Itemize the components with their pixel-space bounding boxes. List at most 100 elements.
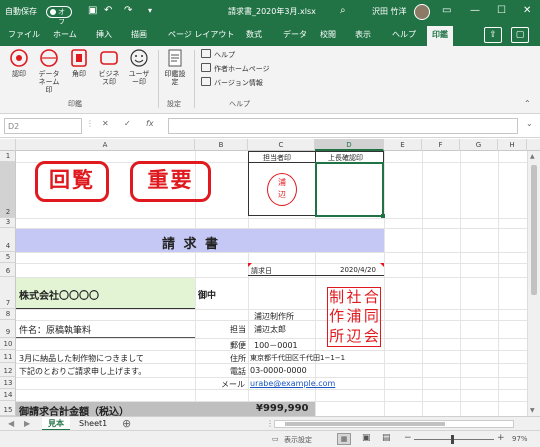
- comment-indicator[interactable]: [380, 263, 384, 267]
- mitome-stamp-button[interactable]: 認印: [6, 48, 32, 78]
- row-header[interactable]: 5: [0, 252, 16, 263]
- total-label: 御請求合計金額（税込）: [19, 407, 129, 416]
- row-header[interactable]: 10: [0, 338, 16, 350]
- row-header[interactable]: 11: [0, 350, 16, 363]
- name-box[interactable]: D2: [4, 118, 82, 134]
- user-name: 沢田 竹洋: [372, 7, 407, 16]
- row-header-selected[interactable]: 2: [0, 162, 16, 218]
- cancel-icon[interactable]: ✕: [102, 119, 109, 128]
- row-header[interactable]: 3: [0, 218, 16, 228]
- enter-icon[interactable]: ✓: [124, 119, 131, 128]
- sheet-tab-active[interactable]: 見本: [42, 417, 70, 431]
- square-stamp-button[interactable]: 角印: [66, 48, 92, 78]
- add-sheet-icon[interactable]: ⊕: [116, 417, 137, 431]
- tab-review[interactable]: 校閲: [320, 29, 336, 40]
- name-box-dropdown-icon[interactable]: ⋮: [86, 119, 94, 128]
- maximize-icon[interactable]: ☐: [497, 5, 506, 17]
- column-header[interactable]: A: [16, 139, 195, 151]
- tab-insert[interactable]: 挿入: [96, 29, 112, 40]
- zoom-in-icon[interactable]: +: [497, 433, 505, 443]
- select-all-corner[interactable]: [0, 139, 16, 151]
- row-header[interactable]: 9: [0, 320, 16, 338]
- stamp-juyo[interactable]: 重要: [130, 161, 211, 202]
- save-icon[interactable]: ▣: [88, 5, 97, 17]
- zoom-slider[interactable]: [414, 439, 494, 440]
- next-sheet-icon[interactable]: ▶: [18, 417, 36, 431]
- data-name-stamp-button[interactable]: データネーム印: [36, 48, 62, 94]
- page-break-view-icon[interactable]: ▤: [382, 433, 391, 443]
- display-settings-button[interactable]: 表示設定: [284, 435, 312, 445]
- column-header[interactable]: C: [248, 139, 315, 151]
- expand-formula-bar-icon[interactable]: ⌄: [526, 119, 533, 128]
- column-header-selected[interactable]: D: [315, 139, 384, 151]
- ribbon-display-icon[interactable]: ▭: [442, 5, 451, 17]
- column-header[interactable]: H: [498, 139, 527, 151]
- zoom-level[interactable]: 97%: [512, 435, 528, 443]
- display-settings-icon[interactable]: ▭: [272, 435, 279, 443]
- scrollbar-thumb[interactable]: [531, 165, 537, 295]
- share-icon[interactable]: ⇪: [484, 27, 502, 43]
- message-line1: 3月に納品した制作物につきまして: [19, 354, 144, 363]
- row-header[interactable]: 7: [0, 277, 16, 309]
- approver-seal[interactable]: 浦辺: [267, 173, 297, 206]
- avatar[interactable]: [414, 4, 430, 20]
- zoom-slider-thumb[interactable]: [451, 435, 454, 444]
- ribbon-divider: [194, 50, 195, 108]
- zoom-out-icon[interactable]: −: [404, 433, 412, 443]
- normal-view-icon[interactable]: ▦: [337, 433, 351, 445]
- tab-help[interactable]: ヘルプ: [392, 29, 416, 40]
- tab-page-layout[interactable]: ページ レイアウト: [168, 29, 234, 40]
- column-header[interactable]: F: [422, 139, 460, 151]
- column-header[interactable]: E: [384, 139, 422, 151]
- row-header[interactable]: 4: [0, 228, 16, 252]
- tab-formulas[interactable]: 数式: [246, 29, 262, 40]
- row-header[interactable]: 6: [0, 263, 16, 277]
- quick-access-dropdown-icon[interactable]: ▾: [148, 5, 152, 17]
- row-header[interactable]: 8: [0, 309, 16, 320]
- tab-inkan[interactable]: 印鑑: [427, 26, 453, 46]
- stamp-kairan[interactable]: 回覧: [35, 161, 109, 202]
- fill-handle[interactable]: [381, 214, 385, 218]
- worksheet-grid[interactable]: 回覧 重要 担当者印 上長確認印 浦辺 請 求 書 請求日 2020/4/20 …: [16, 151, 527, 416]
- close-icon[interactable]: ✕: [523, 5, 531, 17]
- vertical-scrollbar[interactable]: ▲ ▼: [527, 151, 540, 416]
- help-button[interactable]: ヘルプ: [201, 49, 235, 60]
- row-header[interactable]: 1: [0, 151, 16, 162]
- page-layout-view-icon[interactable]: ▣: [362, 433, 371, 443]
- user-stamp-button[interactable]: ユーザー印: [126, 48, 152, 86]
- comments-icon[interactable]: ▢: [511, 27, 529, 43]
- window-title: 請求書_2020年3月.xlsx: [228, 7, 316, 16]
- tab-file[interactable]: ファイル: [8, 29, 40, 40]
- version-info-button[interactable]: バージョン情報: [201, 77, 263, 88]
- tab-view[interactable]: 表示: [355, 29, 371, 40]
- scroll-up-icon[interactable]: ▲: [530, 153, 535, 160]
- business-stamp-button[interactable]: ビジネス印: [96, 48, 122, 86]
- autosave-toggle[interactable]: オフ: [46, 6, 72, 26]
- company-seal[interactable]: 制社合 作浦同 所辺会: [327, 287, 381, 347]
- column-header[interactable]: B: [195, 139, 248, 151]
- search-icon[interactable]: ⌕: [340, 5, 346, 17]
- horizontal-scrollbar[interactable]: [274, 420, 514, 428]
- redo-icon[interactable]: ↷: [124, 5, 132, 17]
- row-header[interactable]: 14: [0, 389, 16, 401]
- minimize-icon[interactable]: —: [470, 5, 480, 17]
- row-header[interactable]: 13: [0, 377, 16, 389]
- row-header[interactable]: 15: [0, 401, 16, 416]
- tab-draw[interactable]: 描画: [131, 29, 147, 40]
- email-link[interactable]: urabe@example.com: [250, 379, 335, 388]
- row-header[interactable]: 12: [0, 363, 16, 377]
- selected-cell-d2[interactable]: [315, 162, 384, 217]
- scroll-down-icon[interactable]: ▼: [530, 407, 535, 414]
- column-header[interactable]: G: [460, 139, 498, 151]
- formula-input[interactable]: [168, 118, 518, 134]
- tab-home[interactable]: ホーム: [53, 29, 77, 40]
- stamp-settings-button[interactable]: 印鑑設定: [162, 48, 188, 86]
- horizontal-scrollbar-thumb[interactable]: [285, 422, 445, 426]
- sheet-tab[interactable]: Sheet1: [73, 417, 113, 431]
- comment-indicator[interactable]: [248, 263, 252, 267]
- collapse-ribbon-icon[interactable]: ⌃: [524, 98, 531, 110]
- undo-icon[interactable]: ↶: [104, 5, 112, 17]
- insert-function-icon[interactable]: fx: [146, 119, 154, 128]
- author-homepage-button[interactable]: 作者ホームページ: [201, 63, 270, 74]
- tab-data[interactable]: データ: [283, 29, 307, 40]
